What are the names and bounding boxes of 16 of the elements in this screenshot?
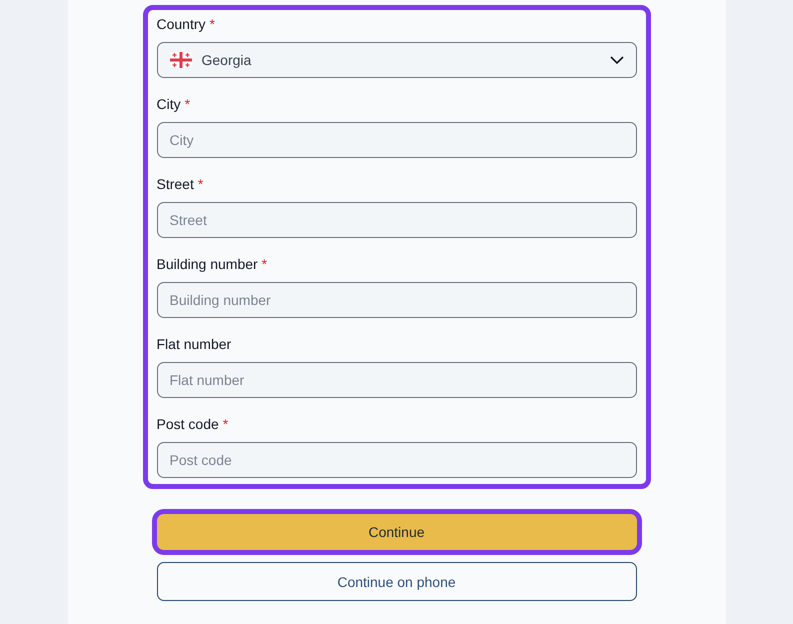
field-label: City * [156, 95, 192, 114]
field-label: Flat number [156, 335, 232, 354]
field-label: Building number * [156, 255, 268, 274]
continue-button[interactable]: Continue [156, 514, 636, 550]
text-input[interactable]: Street [156, 202, 636, 238]
country-select[interactable]: Georgia [156, 42, 636, 78]
text-input[interactable]: Building number [156, 282, 636, 318]
chevron-down-icon [610, 56, 624, 64]
georgia-flag-icon [170, 52, 192, 68]
text-input[interactable]: Post code [156, 442, 636, 478]
text-input[interactable]: City [156, 122, 636, 158]
field-label: Post code * [156, 415, 230, 434]
secondary-button[interactable]: Continue on phone [156, 562, 636, 601]
text-input[interactable]: Flat number [156, 362, 636, 398]
field-label: Country * [156, 15, 216, 34]
field-label: Street * [156, 175, 204, 194]
